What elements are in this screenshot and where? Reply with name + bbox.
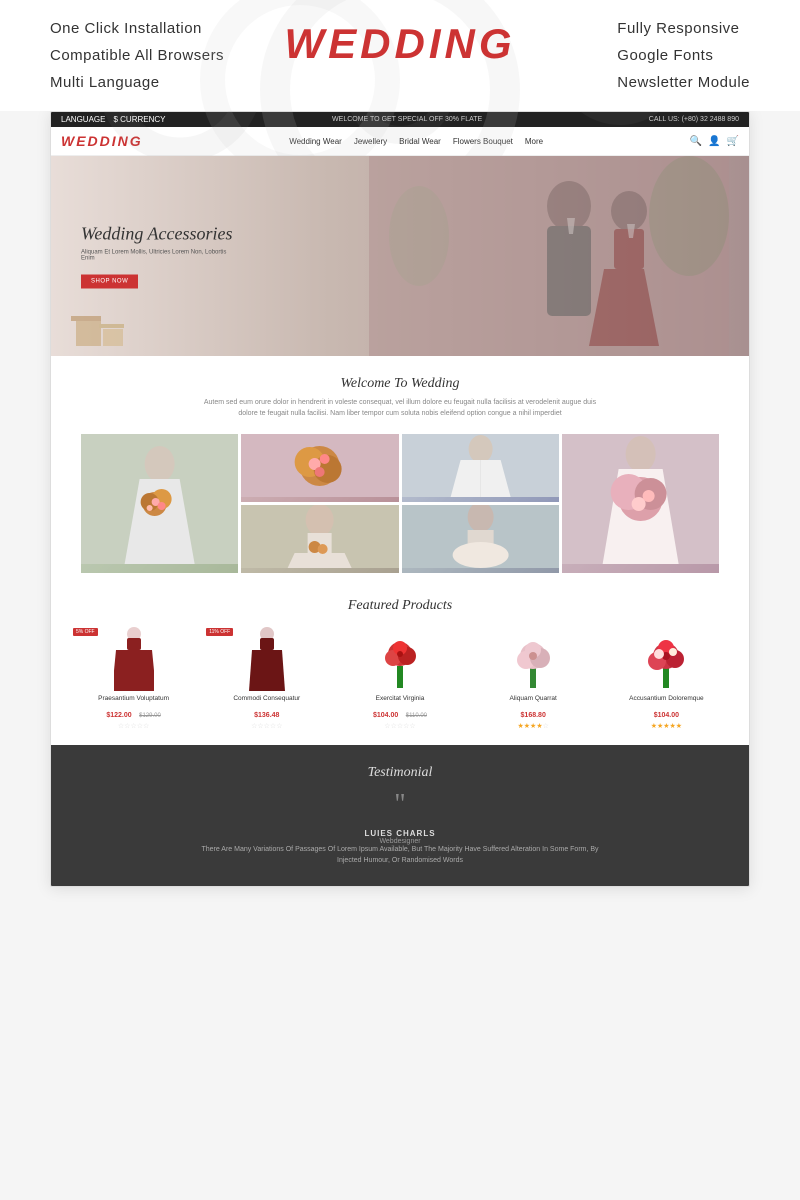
features-right: Fully Responsive Google Fonts Newsletter… xyxy=(617,20,750,91)
product-price-2: $136.48 xyxy=(254,712,279,719)
product-stars-3: ☆☆☆☆☆ xyxy=(337,722,462,730)
featured-section: Featured Products 5% OFF Praesantium Vol… xyxy=(51,588,749,745)
gallery-item-6 xyxy=(402,505,559,573)
product-stars-5: ★★★★★ xyxy=(604,722,729,730)
product-name-3: Exercitat Virginia xyxy=(337,695,462,702)
features-bar: One Click Installation Compatible All Br… xyxy=(0,0,800,111)
hero-content: Wedding Accessories Aliquam Et Lorem Mol… xyxy=(81,224,241,289)
featured-title: Featured Products xyxy=(71,598,729,614)
product-old-price-1: $129.00 xyxy=(139,713,161,719)
testimonial-title: Testimonial xyxy=(91,765,709,781)
store-logo[interactable]: WEDDING xyxy=(61,133,143,149)
product-price-4: $168.80 xyxy=(521,712,546,719)
hero-boxes xyxy=(71,301,151,351)
testimonial-role: Webdesigner xyxy=(91,838,709,845)
quote-mark: " xyxy=(91,789,709,821)
gallery-item-3 xyxy=(402,434,559,502)
product-pricing-5: $104.00 xyxy=(604,704,729,722)
website-preview: LANGUAGE $ CURRENCY WELCOME TO GET SPECI… xyxy=(50,111,750,887)
shop-now-button[interactable]: SHOP NOW xyxy=(81,275,138,289)
hero-subtitle: Aliquam Et Lorem Mollis, Ultricies Lorem… xyxy=(81,250,241,262)
gallery-item-5 xyxy=(241,505,398,573)
cart-icon[interactable]: 🛒 xyxy=(727,136,739,147)
feature-multi-lang: Multi Language xyxy=(50,74,224,91)
testimonial-section: Testimonial " LUIES CHARLS Webdesigner T… xyxy=(51,745,749,886)
feature-compatible: Compatible All Browsers xyxy=(50,47,224,64)
product-price-3: $104.00 xyxy=(373,712,398,719)
gallery-item-4 xyxy=(562,434,719,573)
product-badge-1: 5% OFF xyxy=(73,628,98,636)
gallery-grid xyxy=(81,434,719,573)
hero-image xyxy=(369,156,729,356)
product-pricing-4: $168.80 xyxy=(471,704,596,722)
center-logo: WEDDING xyxy=(285,20,516,68)
welcome-text: Autem sed eum orure dolor in hendrerit i… xyxy=(200,398,600,419)
feature-google-fonts: Google Fonts xyxy=(617,47,750,64)
product-card-3: Exercitat Virginia $104.00 $110.00 ☆☆☆☆☆ xyxy=(337,626,462,730)
product-price-5: $104.00 xyxy=(654,712,679,719)
product-pricing-2: $136.48 xyxy=(204,704,329,722)
testimonial-author: LUIES CHARLS xyxy=(91,829,709,838)
product-card-1: 5% OFF Praesantium Voluptatum $122.00 $1… xyxy=(71,626,196,730)
gallery-item-1 xyxy=(81,434,238,573)
topbar-left: LANGUAGE $ CURRENCY xyxy=(61,115,165,124)
product-stars-4: ★★★★☆ xyxy=(471,722,596,730)
hero-section: Wedding Accessories Aliquam Et Lorem Mol… xyxy=(51,156,749,356)
product-stars-1: ☆☆☆☆☆ xyxy=(71,722,196,730)
logo-text: WEDDING xyxy=(285,20,516,67)
product-old-price-3: $110.00 xyxy=(406,713,427,719)
product-price-1: $122.00 xyxy=(106,712,131,719)
product-name-2: Commodi Consequatur xyxy=(204,695,329,702)
feature-one-click: One Click Installation xyxy=(50,20,224,37)
product-img-4 xyxy=(471,626,596,691)
product-card-2: 11% OFF Commodi Consequatur $136.48 ☆☆☆☆… xyxy=(204,626,329,730)
feature-newsletter: Newsletter Module xyxy=(617,74,750,91)
product-card-5: Accusantium Doloremque $104.00 ★★★★★ xyxy=(604,626,729,730)
welcome-section: Welcome To Wedding Autem sed eum orure d… xyxy=(51,356,749,434)
product-pricing-1: $122.00 $129.00 xyxy=(71,704,196,722)
product-badge-2: 11% OFF xyxy=(206,628,233,636)
store-icons: 🔍 👤 🛒 xyxy=(690,136,739,147)
product-stars-2: ☆☆☆☆☆ xyxy=(204,722,329,730)
product-name-4: Aliquam Quarrat xyxy=(471,695,596,702)
product-img-3 xyxy=(337,626,462,691)
features-left: One Click Installation Compatible All Br… xyxy=(50,20,224,91)
currency-selector[interactable]: $ CURRENCY xyxy=(113,115,165,124)
menu-more[interactable]: More xyxy=(525,137,543,146)
feature-responsive: Fully Responsive xyxy=(617,20,750,37)
products-grid: 5% OFF Praesantium Voluptatum $122.00 $1… xyxy=(71,626,729,730)
product-name-5: Accusantium Doloremque xyxy=(604,695,729,702)
welcome-title: Welcome To Wedding xyxy=(91,376,709,392)
language-selector[interactable]: LANGUAGE xyxy=(61,115,105,124)
topbar-phone: CALL US: (+80) 32 2488 890 xyxy=(649,116,739,123)
hero-title: Wedding Accessories xyxy=(81,224,241,245)
testimonial-text: There Are Many Variations Of Passages Of… xyxy=(200,845,600,866)
product-pricing-3: $104.00 $110.00 xyxy=(337,704,462,722)
product-img-5 xyxy=(604,626,729,691)
product-name-1: Praesantium Voluptatum xyxy=(71,695,196,702)
account-icon[interactable]: 👤 xyxy=(708,136,720,147)
search-icon[interactable]: 🔍 xyxy=(690,136,702,147)
gallery-item-2 xyxy=(241,434,398,502)
product-card-4: Aliquam Quarrat $168.80 ★★★★☆ xyxy=(471,626,596,730)
